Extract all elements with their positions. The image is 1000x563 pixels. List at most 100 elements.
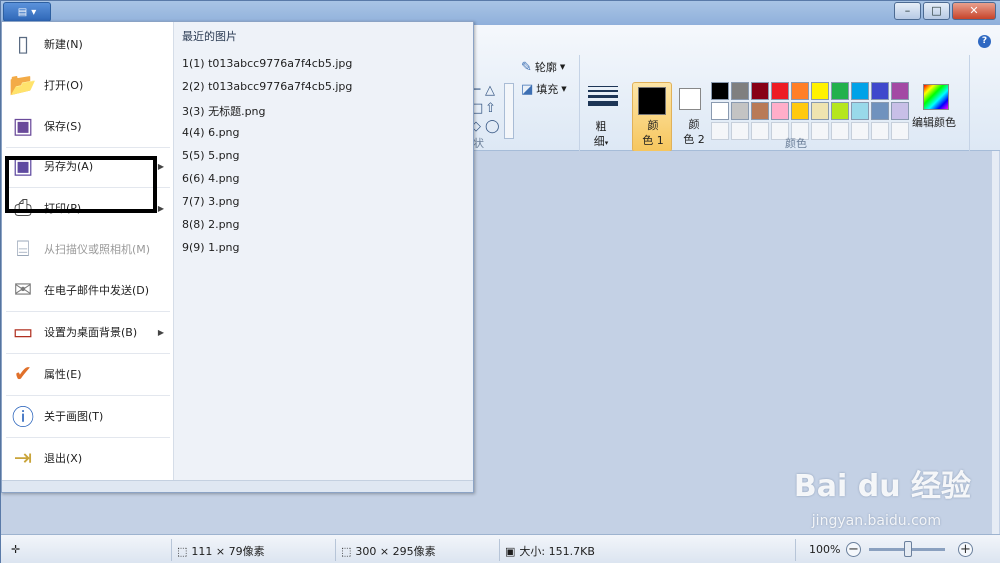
zoom-out-button[interactable]: − (846, 542, 861, 557)
color2-label-1: 颜 (688, 118, 700, 131)
recent-picture-item[interactable]: 6(6) 4.png (182, 172, 240, 185)
zoom-level: 100% (809, 543, 841, 556)
exit-icon: ⇥ (13, 445, 33, 471)
app-menu-footer (2, 480, 473, 492)
fill-dropdown[interactable]: ◪ 填充 ▼ (521, 81, 567, 97)
palette-swatch[interactable] (831, 82, 849, 100)
custom-color-slot[interactable] (811, 122, 829, 140)
palette-swatch[interactable] (831, 102, 849, 120)
line-weight-icon (588, 83, 618, 109)
outline-pen-icon: ✎ (521, 59, 532, 75)
custom-color-slot[interactable] (871, 122, 889, 140)
close-button[interactable]: ✕ (952, 2, 996, 20)
recent-pictures-panel: 最近的图片 1(1) t013abcc9776a7f4cb5.jpg 2(2) t… (173, 22, 473, 480)
image-size-text: 300 × 295像素 (355, 545, 436, 558)
recent-picture-item[interactable]: 3(3) 无标题.png (182, 103, 266, 119)
app-menu-item[interactable]: ✔ 属性(E) (2, 354, 172, 394)
divider (795, 539, 796, 561)
color1-label-2: 色 1 (642, 134, 664, 147)
submenu-arrow-icon: ▶ (157, 161, 164, 171)
vertical-scrollbar[interactable] (992, 151, 999, 534)
app-menu-item[interactable]: ⓘ 关于画图(T) (2, 396, 172, 436)
recent-picture-item[interactable]: 7(7) 3.png (182, 195, 240, 208)
recent-pictures-title: 最近的图片 (182, 30, 237, 43)
recent-picture-item[interactable]: 2(2) t013abcc9776a7f4cb5.jpg (182, 80, 352, 93)
checkmark-icon: ✔ (13, 361, 33, 387)
file-size: ▣ 大小: 151.7KB (505, 543, 595, 559)
palette-swatch[interactable] (791, 102, 809, 120)
image-size: ⬚ 300 × 295像素 (341, 543, 436, 559)
custom-color-slot[interactable] (751, 122, 769, 140)
custom-color-slot[interactable] (711, 122, 729, 140)
palette-swatch[interactable] (751, 82, 769, 100)
app-menu-item[interactable]: ▣ 保存(S) (2, 106, 172, 146)
app-menu-item-label: 退出(X) (44, 452, 83, 465)
size-label-1: 粗 (595, 120, 607, 133)
palette-swatch[interactable] (791, 82, 809, 100)
palette-swatch[interactable] (771, 82, 789, 100)
shapes-scrollbar[interactable] (504, 83, 514, 139)
custom-color-slot[interactable] (731, 122, 749, 140)
edit-colors-button[interactable]: 编辑颜色 (911, 82, 961, 132)
app-menu-item-label: 属性(E) (44, 368, 82, 381)
selection-size: ⬚ 111 × 79像素 (177, 543, 265, 559)
file-size-text: 大小: 151.7KB (519, 545, 595, 558)
divider (335, 539, 336, 561)
custom-color-slot[interactable] (831, 122, 849, 140)
palette-swatch[interactable] (731, 82, 749, 100)
submenu-arrow-icon: ▶ (157, 203, 164, 213)
custom-color-slot[interactable] (851, 122, 869, 140)
palette-swatch[interactable] (731, 102, 749, 120)
palette-swatch[interactable] (811, 102, 829, 120)
app-menu-item[interactable]: ✉ 在电子邮件中发送(D) (2, 270, 172, 310)
palette-swatch[interactable] (851, 102, 869, 120)
app-menu-item: ⌸ 从扫描仪或照相机(M) (2, 229, 172, 269)
recent-picture-item[interactable]: 5(5) 5.png (182, 149, 240, 162)
palette-swatch[interactable] (751, 102, 769, 120)
size-button[interactable]: 粗 细▾ (586, 83, 618, 151)
app-menu-item[interactable]: ▭ 设置为桌面背景(B) ▶ (2, 312, 172, 352)
colors-group-label: 颜色 (785, 137, 807, 150)
palette-swatch[interactable] (811, 82, 829, 100)
edit-colors-label: 编辑颜色 (912, 116, 956, 129)
cursor-position-icon: ✛ (11, 543, 21, 556)
palette-swatch[interactable] (871, 102, 889, 120)
shapes-group-label: 状 (473, 137, 484, 150)
baidu-watermark-logo: Bai du 经验 (793, 469, 971, 504)
zoom-in-button[interactable]: + (958, 542, 973, 557)
recent-picture-item[interactable]: 1(1) t013abcc9776a7f4cb5.jpg (182, 57, 352, 70)
app-menu-item[interactable]: ⇥ 退出(X) (2, 438, 172, 478)
divider (969, 55, 970, 165)
app-menu-item[interactable]: ▯ 新建(N) (2, 24, 172, 64)
app-menu-button[interactable]: ▤ ▾ (3, 2, 51, 22)
recent-picture-item[interactable]: 4(4) 6.png (182, 126, 240, 139)
scanner-icon: ⌸ (16, 236, 30, 262)
chevron-down-icon: ▼ (561, 85, 567, 93)
color1-button[interactable]: 颜 色 1 (632, 82, 672, 152)
shape-callout-icon[interactable]: ◯ (485, 119, 500, 134)
palette-swatch[interactable] (711, 102, 729, 120)
color2-button[interactable]: 颜 色 2 (674, 82, 714, 152)
email-icon: ✉ (13, 277, 33, 303)
palette-swatch[interactable] (851, 82, 869, 100)
outline-dropdown[interactable]: ✎ 轮廓 ▼ (521, 59, 565, 75)
divider (499, 539, 500, 561)
zoom-slider-thumb[interactable] (904, 541, 912, 557)
shape-triangle-icon[interactable]: △ (485, 83, 495, 98)
info-icon: ⓘ (11, 406, 34, 431)
palette-swatch[interactable] (871, 82, 889, 100)
palette-swatch[interactable] (891, 82, 909, 100)
help-icon[interactable]: ? (978, 35, 991, 48)
minimize-button[interactable]: – (894, 2, 921, 20)
recent-picture-item[interactable]: 9(9) 1.png (182, 241, 240, 254)
app-menu-item-label: 新建(N) (44, 38, 83, 51)
app-menu-item[interactable]: 📂 打开(O) (2, 65, 172, 105)
shape-arrow-up-icon[interactable]: ⇧ (485, 101, 496, 116)
color2-swatch (679, 88, 701, 110)
recent-picture-item[interactable]: 8(8) 2.png (182, 218, 240, 231)
disk-icon: ▣ (505, 544, 516, 558)
palette-swatch[interactable] (771, 102, 789, 120)
maximize-button[interactable]: □ (923, 2, 950, 20)
chevron-down-icon: ▾ (31, 6, 37, 18)
palette-swatch[interactable] (711, 82, 729, 100)
